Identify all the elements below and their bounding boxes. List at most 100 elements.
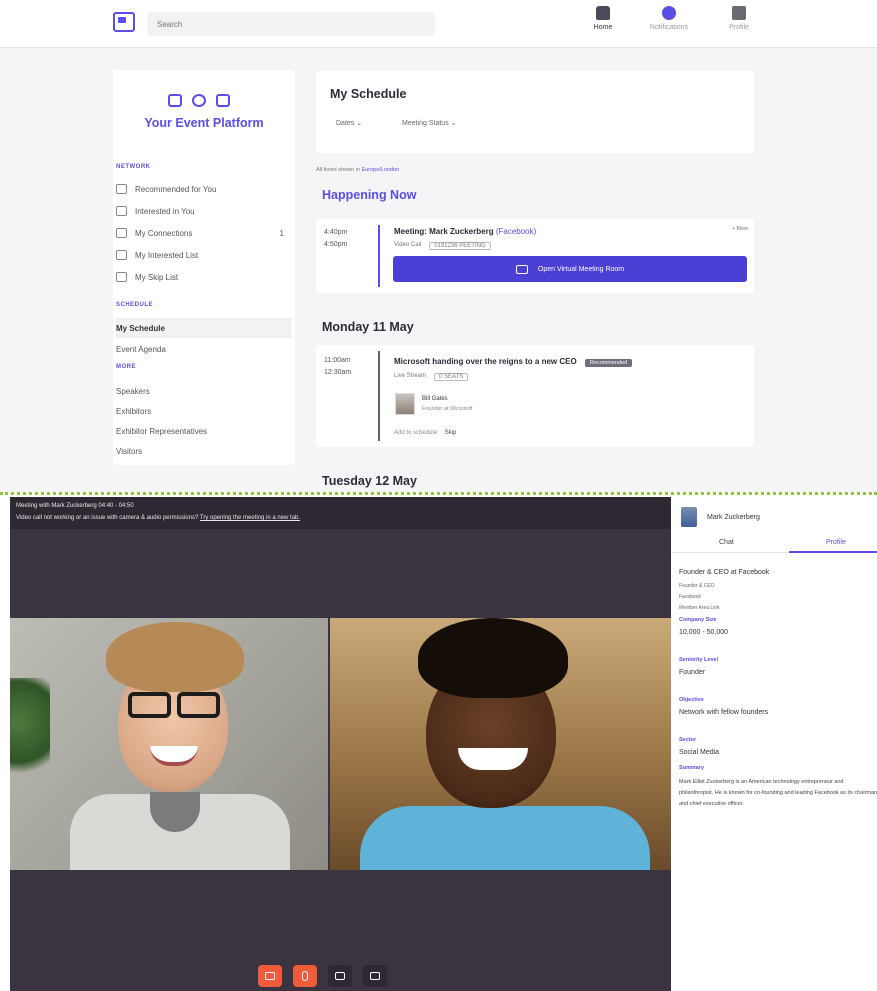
sidebar-item-label: Recommended for You <box>135 184 217 194</box>
skip-icon <box>116 272 127 282</box>
day-heading-monday: Monday 11 May <box>322 320 414 334</box>
tab-chat[interactable]: Chat <box>719 539 734 546</box>
profile-line-2: Facebook <box>679 594 701 600</box>
profile-tabs: Chat Profile <box>671 535 877 553</box>
profile-avatar-icon <box>732 6 746 20</box>
event-end: 4:50pm <box>324 241 348 248</box>
sidebar-item-label: Interested in You <box>135 206 195 216</box>
profile-panel: Mark Zuckerberg Chat Profile Founder & C… <box>671 497 877 991</box>
now-event-card: 4:40pm 4:50pm Meeting: Mark Zuckerberg (… <box>316 219 754 293</box>
speaker-name[interactable]: Bill Gates <box>422 396 448 402</box>
profile-line-3[interactable]: Member Area Link <box>679 605 875 611</box>
participant-shirt <box>360 806 650 870</box>
event-org: (Facebook) <box>495 227 537 236</box>
recommended-badge: Recommended <box>584 359 633 367</box>
sector-label: Sector <box>679 737 697 743</box>
section-separator <box>0 492 877 495</box>
meeting-status-filter[interactable]: Meeting Status <box>396 117 463 133</box>
nav-notifications[interactable]: Notifications <box>641 6 697 42</box>
dates-filter[interactable]: Dates <box>330 117 368 133</box>
sidebar-item-label: Exhibitor Representatives <box>116 426 208 436</box>
event-title-text: Microsoft handing over the reigns to a n… <box>394 357 577 366</box>
home-icon <box>596 6 610 20</box>
sidebar-item-speakers[interactable]: Speakers <box>116 382 292 400</box>
event-accent-bar <box>378 225 380 287</box>
event-title[interactable]: Meeting: Mark Zuckerberg (Facebook) <box>394 227 536 236</box>
sidebar-item-label: Exhibitors <box>116 406 152 416</box>
brand-icons <box>168 94 248 110</box>
sidebar-item-recommended[interactable]: Recommended for You <box>116 180 292 198</box>
summary-text: Mark Elliot Zuckerberg is an American te… <box>679 779 877 807</box>
glasses <box>128 692 220 718</box>
call-title: Meeting with Mark Zuckerberg 04:40 - 04:… <box>16 503 134 509</box>
event-start: 11:00am <box>324 357 351 364</box>
nav-profile[interactable]: Profile <box>711 6 767 42</box>
screen-share-icon <box>335 972 345 980</box>
day-heading-tuesday: Tuesday 12 May <box>322 474 417 488</box>
sidebar-item-my-schedule[interactable]: My Schedule <box>116 318 292 338</box>
more-heading: MORE <box>116 364 136 370</box>
call-warning-text: Video call not working or an issue with … <box>16 515 199 521</box>
summary-label: Summary <box>679 765 705 771</box>
profile-headline: Founder & CEO at Facebook <box>679 569 770 576</box>
sidebar-item-label: My Schedule <box>116 323 165 333</box>
event-title[interactable]: Microsoft handing over the reigns to a n… <box>394 357 633 367</box>
page-title: My Schedule <box>330 87 407 101</box>
chat-icon <box>116 228 127 238</box>
sidebar-item-connections[interactable]: My Connections 1 <box>116 224 292 242</box>
participant-video-right <box>330 618 671 870</box>
screen-share-button[interactable] <box>328 965 352 987</box>
sidebar-item-skip-list[interactable]: My Skip List <box>116 268 292 286</box>
participant-video-left <box>10 618 328 870</box>
video-panel: Meeting with Mark Zuckerberg 04:40 - 04:… <box>10 497 671 991</box>
sector-value: Social Media <box>679 749 720 756</box>
participant-hair <box>418 618 568 698</box>
add-to-schedule-link[interactable]: Add to schedule <box>394 430 437 436</box>
open-virtual-room-button[interactable]: Open Virtual Meeting Room <box>393 256 747 282</box>
profile-name: Mark Zuckerberg <box>707 514 760 521</box>
sidebar-item-event-agenda[interactable]: Event Agenda <box>116 340 292 358</box>
seniority-value: Founder <box>679 669 706 676</box>
camera-toggle-button[interactable] <box>258 965 282 987</box>
event-time: 11:00am 12:30am <box>324 355 351 379</box>
sidebar-item-visitors[interactable]: Visitors <box>116 442 292 460</box>
chat-bubble-icon <box>192 94 206 107</box>
calendar-icon <box>168 94 182 107</box>
active-tab-underline <box>789 551 877 553</box>
connections-count: 1 <box>279 228 284 238</box>
sidebar-item-interested-in-you[interactable]: Interested in You <box>116 202 292 220</box>
call-warning: Video call not working or an issue with … <box>16 515 300 521</box>
nav-home-label: Home <box>593 24 613 31</box>
search-input[interactable] <box>147 12 435 36</box>
sidebar-item-label: My Interested List <box>135 250 199 260</box>
nav-home[interactable]: Home <box>575 6 631 42</box>
sidebar-item-interested-list[interactable]: My Interested List <box>116 246 292 264</box>
company-size-value: 10,000 - 50,000 <box>679 629 729 636</box>
calendar-logo-icon[interactable] <box>113 12 135 32</box>
timezone-prefix: All times shown in <box>316 167 361 173</box>
event-time: 4:40pm 4:50pm <box>324 227 347 251</box>
sidebar-item-label: Event Agenda <box>116 344 166 354</box>
mic-toggle-button[interactable] <box>293 965 317 987</box>
participants-button[interactable] <box>363 965 387 987</box>
sidebar-item-label: My Connections <box>135 228 193 238</box>
sidebar-item-exhibitor-reps[interactable]: Exhibitor Representatives <box>116 422 292 440</box>
open-room-label: Open Virtual Meeting Room <box>537 265 625 273</box>
timezone-link[interactable]: Europe/London <box>362 167 400 173</box>
avatar <box>681 507 697 527</box>
tab-profile[interactable]: Profile <box>826 539 846 546</box>
sidebar-item-label: Visitors <box>116 446 143 456</box>
schedule-page: Home Notifications Profile Your Event Pl… <box>0 0 877 492</box>
participant-smile <box>458 748 528 770</box>
mic-off-icon <box>302 971 308 981</box>
sidebar-item-exhibitors[interactable]: Exhibitors <box>116 402 292 420</box>
speaker-avatar[interactable] <box>395 393 415 415</box>
event-more-link[interactable]: + More <box>732 226 748 232</box>
profile-line-1: Founder & CEO <box>679 583 715 589</box>
thumbs-up-icon <box>116 184 127 194</box>
call-header: Meeting with Mark Zuckerberg 04:40 - 04:… <box>10 497 671 529</box>
monday-event-card: 11:00am 12:30am Microsoft handing over t… <box>316 345 754 447</box>
skip-link[interactable]: Skip <box>445 430 457 436</box>
open-new-tab-link[interactable]: Try opening the meeting in a new tab. <box>200 515 300 521</box>
call-controls <box>258 965 387 987</box>
